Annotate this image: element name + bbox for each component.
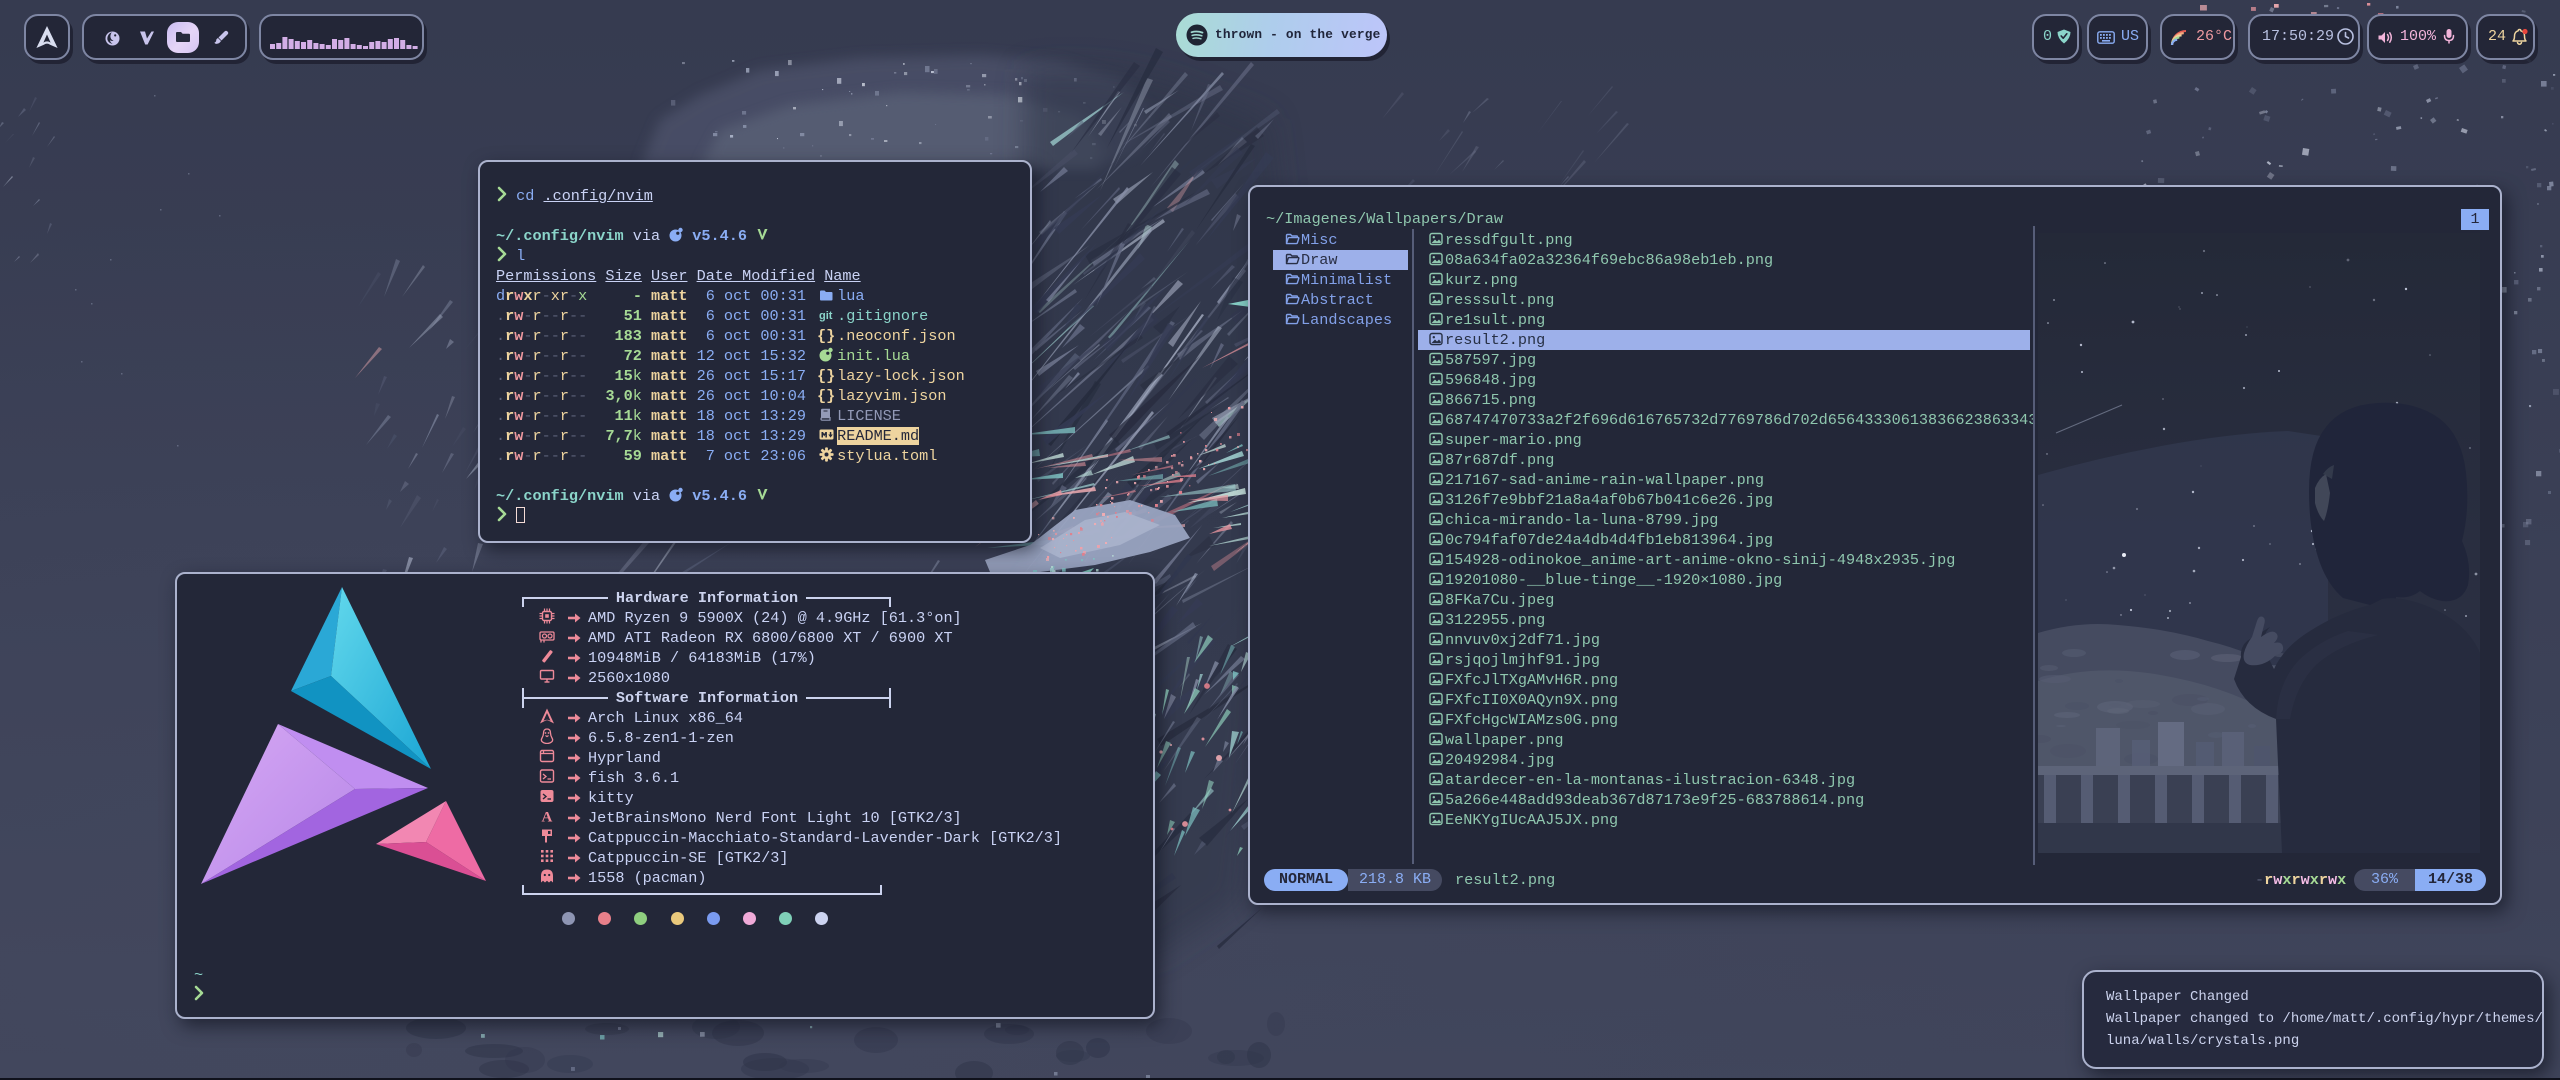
- svg-text:A: A: [542, 810, 553, 825]
- svg-text:git: git: [819, 310, 833, 322]
